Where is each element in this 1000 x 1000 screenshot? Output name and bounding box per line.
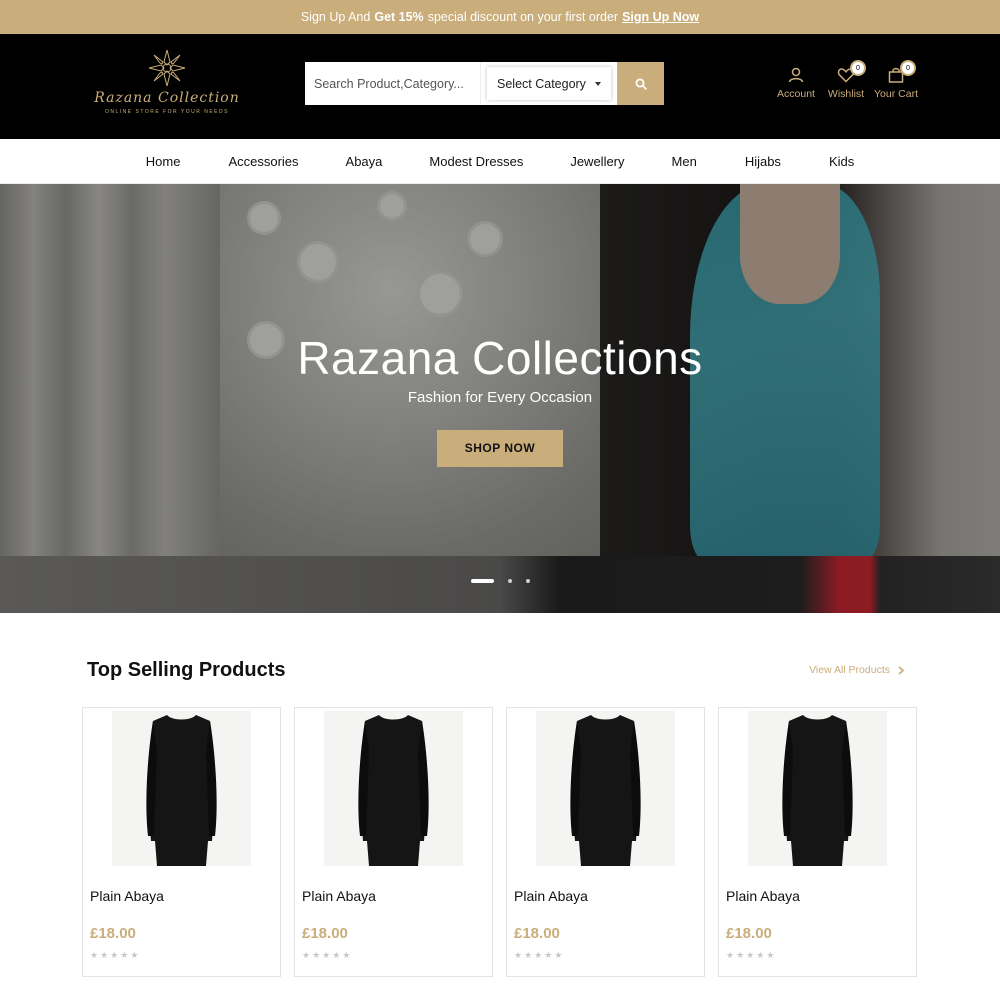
star-icon: ★ xyxy=(554,950,563,960)
star-icon: ★ xyxy=(746,950,755,960)
signup-link[interactable]: Sign Up Now xyxy=(622,10,699,24)
star-icon: ★ xyxy=(332,950,341,960)
logo[interactable]: Razana Collection ONLINE STORE FOR YOUR … xyxy=(86,48,248,128)
star-icon: ★ xyxy=(100,950,109,960)
star-icon: ★ xyxy=(110,950,119,960)
product-price: £18.00 xyxy=(726,925,772,942)
product-grid: Plain Abaya £18.00 ★ ★ ★ ★ ★ Plain Abaya £18… xyxy=(82,707,918,977)
star-icon: ★ xyxy=(312,950,321,960)
header: Razana Collection ONLINE STORE FOR YOUR … xyxy=(0,34,1000,139)
star-icon: ★ xyxy=(90,950,99,960)
hero-content: Razana Collections Fashion for Every Occ… xyxy=(0,331,1000,467)
product-name[interactable]: Plain Abaya xyxy=(90,888,280,904)
view-all-link[interactable]: View All Products xyxy=(809,664,918,676)
star-icon: ★ xyxy=(130,950,139,960)
star-icon: ★ xyxy=(544,950,553,960)
product-rating: ★ ★ ★ ★ ★ xyxy=(302,950,492,961)
cart-label: Your Cart xyxy=(874,88,918,100)
star-icon: ★ xyxy=(342,950,351,960)
star-icon: ★ xyxy=(766,950,775,960)
logo-mandala-icon xyxy=(148,49,186,87)
nav-item-accessories[interactable]: Accessories xyxy=(228,154,298,169)
product-card[interactable]: Plain Abaya £18.00 ★ ★ ★ ★ ★ xyxy=(294,707,493,977)
shop-now-button[interactable]: SHOP NOW xyxy=(437,430,563,467)
product-price: £18.00 xyxy=(514,925,560,942)
product-image[interactable] xyxy=(536,711,675,866)
nav-item-modest-dresses[interactable]: Modest Dresses xyxy=(429,154,523,169)
main-nav: Home Accessories Abaya Modest Dresses Je… xyxy=(0,139,1000,184)
chevron-right-icon xyxy=(898,665,904,675)
account-button[interactable]: Account xyxy=(776,66,816,100)
promo-bar: Sign Up And Get 15% special discount on … xyxy=(0,0,1000,34)
search-button[interactable] xyxy=(617,62,664,105)
logo-tagline: ONLINE STORE FOR YOUR NEEDS xyxy=(105,109,229,115)
hero-bottom-strip xyxy=(0,556,1000,613)
product-name[interactable]: Plain Abaya xyxy=(302,888,492,904)
view-all-label: View All Products xyxy=(809,664,890,676)
wishlist-button[interactable]: 0 Wishlist xyxy=(826,60,866,100)
promo-text-prefix: Sign Up And xyxy=(300,10,371,24)
section-header: Top Selling Products View All Products xyxy=(82,650,918,690)
carousel-dot-2[interactable] xyxy=(507,579,512,583)
abaya-image xyxy=(782,715,853,866)
product-price: £18.00 xyxy=(302,925,348,942)
nav-item-jewellery[interactable]: Jewellery xyxy=(570,154,624,169)
header-icons: Account 0 Wishlist 0 Your Cart xyxy=(776,60,918,100)
product-rating: ★ ★ ★ ★ ★ xyxy=(726,950,916,961)
nav-item-men[interactable]: Men xyxy=(672,154,697,169)
product-price: £18.00 xyxy=(90,925,136,942)
hero-title: Razana Collections xyxy=(297,332,703,384)
category-select[interactable]: Select Category xyxy=(487,67,611,100)
star-icon: ★ xyxy=(322,950,331,960)
search-bar: Select Category xyxy=(305,62,664,105)
search-icon xyxy=(635,78,647,90)
product-card[interactable]: Plain Abaya £18.00 ★ ★ ★ ★ ★ xyxy=(718,707,917,977)
nav-item-home[interactable]: Home xyxy=(146,154,181,169)
abaya-image xyxy=(358,715,429,866)
star-icon: ★ xyxy=(524,950,533,960)
search-input[interactable] xyxy=(305,62,481,105)
nav-item-kids[interactable]: Kids xyxy=(829,154,854,169)
star-icon: ★ xyxy=(534,950,543,960)
section-title: Top Selling Products xyxy=(87,658,286,681)
hero-subtitle: Fashion for Every Occasion xyxy=(407,389,593,406)
product-image[interactable] xyxy=(324,711,463,866)
product-rating: ★ ★ ★ ★ ★ xyxy=(514,950,704,961)
product-image[interactable] xyxy=(112,711,251,866)
carousel-dot-3[interactable] xyxy=(525,579,530,583)
carousel-dots xyxy=(0,579,1000,583)
product-name[interactable]: Plain Abaya xyxy=(514,888,704,904)
promo-text-suffix: special discount on your first order xyxy=(427,10,619,24)
caret-down-icon xyxy=(595,81,601,86)
promo-text-bold: Get 15% xyxy=(374,10,424,24)
product-image[interactable] xyxy=(748,711,887,866)
abaya-image xyxy=(570,715,641,866)
product-card[interactable]: Plain Abaya £18.00 ★ ★ ★ ★ ★ xyxy=(506,707,705,977)
carousel-dot-1[interactable] xyxy=(470,579,494,583)
nav-item-abaya[interactable]: Abaya xyxy=(346,154,383,169)
abaya-image xyxy=(146,715,217,866)
star-icon: ★ xyxy=(736,950,745,960)
star-icon: ★ xyxy=(726,950,735,960)
star-icon: ★ xyxy=(302,950,311,960)
cart-button[interactable]: 0 Your Cart xyxy=(874,60,918,100)
star-icon: ★ xyxy=(756,950,765,960)
star-icon: ★ xyxy=(120,950,129,960)
account-label: Account xyxy=(777,88,815,100)
nav-item-hijabs[interactable]: Hijabs xyxy=(745,154,781,169)
wishlist-label: Wishlist xyxy=(827,88,865,100)
wishlist-count-badge: 0 xyxy=(850,60,866,76)
product-card[interactable]: Plain Abaya £18.00 ★ ★ ★ ★ ★ xyxy=(82,707,281,977)
product-name[interactable]: Plain Abaya xyxy=(726,888,916,904)
star-icon: ★ xyxy=(514,950,523,960)
nav-list: Home Accessories Abaya Modest Dresses Je… xyxy=(146,154,854,169)
category-select-label: Select Category xyxy=(497,76,586,91)
cart-count-badge: 0 xyxy=(900,60,916,76)
logo-name: Razana Collection xyxy=(94,90,240,106)
product-rating: ★ ★ ★ ★ ★ xyxy=(90,950,280,961)
hero-banner: Razana Collections Fashion for Every Occ… xyxy=(0,184,1000,613)
user-icon xyxy=(788,67,804,83)
top-selling-section: Top Selling Products View All Products P… xyxy=(0,650,1000,977)
